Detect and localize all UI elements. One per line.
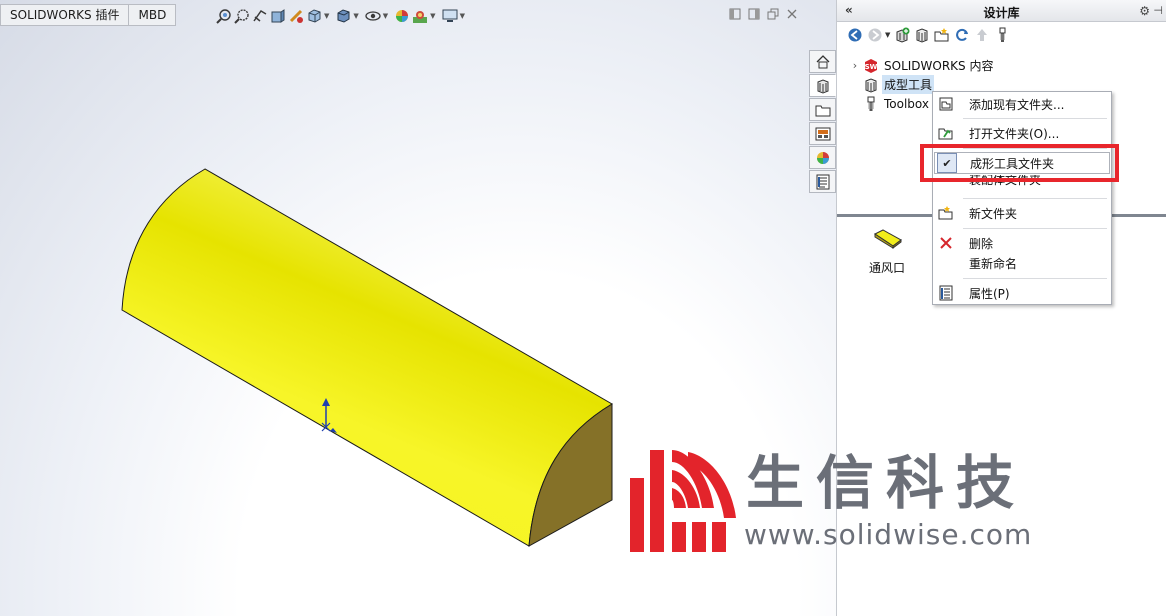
- menu-item-label: 新文件夹: [969, 206, 1018, 221]
- watermark: 生信科技 www.solidwise.com: [628, 448, 1048, 554]
- design-library-tab-icon[interactable]: [809, 74, 836, 97]
- watermark-url: www.solidwise.com: [744, 518, 1033, 551]
- up-icon[interactable]: [974, 27, 990, 43]
- menu-item-add-existing-folder[interactable]: 添加现有文件夹...: [934, 94, 1110, 114]
- appearances-tab-icon[interactable]: [809, 146, 836, 169]
- toolbox-icon[interactable]: [994, 27, 1010, 43]
- design-library-toolbar: ▼: [847, 26, 1010, 44]
- menu-separator: [963, 278, 1107, 279]
- solidworks-content-icon: SW: [863, 58, 879, 74]
- add-file-location-icon[interactable]: [914, 27, 930, 43]
- menu-item-open-folder[interactable]: 打开文件夹(O)...: [934, 123, 1110, 143]
- panel-header: « 设计库 ⚙ ⊣: [837, 0, 1166, 22]
- tree-item-label: SOLIDWORKS 内容: [884, 59, 994, 73]
- menu-item-new-folder[interactable]: 新文件夹: [934, 203, 1110, 223]
- menu-item-label: 属性(P): [969, 286, 1010, 301]
- chevron-right-icon[interactable]: ›: [847, 59, 863, 72]
- view-palette-tab-icon[interactable]: [809, 122, 836, 145]
- context-menu: 添加现有文件夹... 打开文件夹(O)... ✔ 成形工具文件夹 装配体文件夹 …: [932, 91, 1112, 305]
- file-label: 通风口: [868, 261, 905, 275]
- menu-item-label: 打开文件夹(O)...: [969, 126, 1060, 141]
- tree-item-label: Toolbox: [884, 96, 929, 111]
- pin-icon[interactable]: ⊣: [1153, 4, 1163, 17]
- refresh-icon[interactable]: [954, 27, 970, 43]
- solidwise-logo-icon: [630, 450, 736, 552]
- open-folder-icon: [934, 123, 958, 143]
- model-curved-face[interactable]: [121, 168, 613, 547]
- chevron-down-icon[interactable]: ▼: [885, 31, 890, 39]
- highlight-callout-box: [920, 144, 1119, 182]
- menu-item-label: 添加现有文件夹...: [969, 97, 1065, 112]
- tree-item-solidworks-content[interactable]: › SW SOLIDWORKS 内容: [847, 56, 995, 75]
- menu-item-rename[interactable]: 重新命名: [934, 253, 1110, 273]
- menu-item-label: 删除: [969, 236, 994, 251]
- new-folder-icon: [934, 203, 958, 223]
- panel-title: 设计库: [983, 6, 1020, 20]
- properties-icon: [934, 283, 958, 303]
- part-file-icon: [874, 229, 902, 249]
- back-icon[interactable]: [847, 27, 863, 43]
- menu-item-properties[interactable]: 属性(P): [934, 283, 1110, 303]
- create-new-folder-icon[interactable]: [934, 27, 950, 43]
- menu-separator: [963, 228, 1107, 229]
- menu-item-delete[interactable]: 删除: [934, 233, 1110, 253]
- add-folder-icon: [934, 94, 958, 114]
- toolbox-icon: [863, 96, 879, 112]
- delete-icon: [934, 233, 958, 253]
- menu-separator: [963, 118, 1107, 119]
- forming-tools-icon: [863, 77, 879, 93]
- watermark-brand-text: 生信科技: [746, 449, 1027, 517]
- task-pane-tab-strip: [809, 50, 836, 194]
- svg-text:SW: SW: [865, 63, 878, 71]
- file-explorer-tab-icon[interactable]: [809, 98, 836, 121]
- forward-icon[interactable]: [867, 27, 883, 43]
- home-tab-icon[interactable]: [809, 50, 836, 73]
- add-to-library-icon[interactable]: [894, 27, 910, 43]
- tree-item-label: 成型工具: [882, 75, 935, 94]
- library-file-item[interactable]: 通风口: [857, 228, 917, 276]
- menu-separator: [963, 198, 1107, 199]
- custom-properties-tab-icon[interactable]: [809, 170, 836, 193]
- gear-icon[interactable]: ⚙: [1139, 4, 1150, 18]
- menu-item-label: 重新命名: [969, 256, 1018, 271]
